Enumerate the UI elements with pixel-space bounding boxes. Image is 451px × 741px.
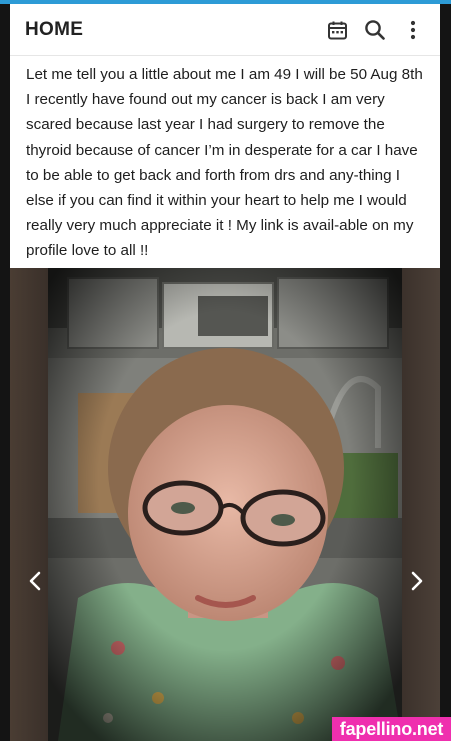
gallery-prev-button[interactable] <box>20 566 50 596</box>
gallery-right-blur <box>402 268 440 741</box>
gallery-next-button[interactable] <box>402 566 432 596</box>
site-watermark: fapellino.net <box>332 717 451 741</box>
app-header: HOME <box>10 4 440 56</box>
search-icon[interactable] <box>362 17 388 43</box>
more-vertical-icon[interactable] <box>400 17 426 43</box>
selfie-image <box>48 268 402 741</box>
page-title: HOME <box>25 18 84 40</box>
chevron-left-icon <box>29 571 41 591</box>
chevron-right-icon <box>411 571 423 591</box>
calendar-icon[interactable] <box>324 17 350 43</box>
photo-gallery <box>10 268 440 741</box>
app-frame: HOME Let me tell you a little about me I… <box>0 0 451 741</box>
gallery-left-blur <box>10 268 48 741</box>
header-actions <box>324 17 426 43</box>
post-body-text: Let me tell you a little about me I am 4… <box>10 56 440 268</box>
post-photo <box>48 268 402 741</box>
